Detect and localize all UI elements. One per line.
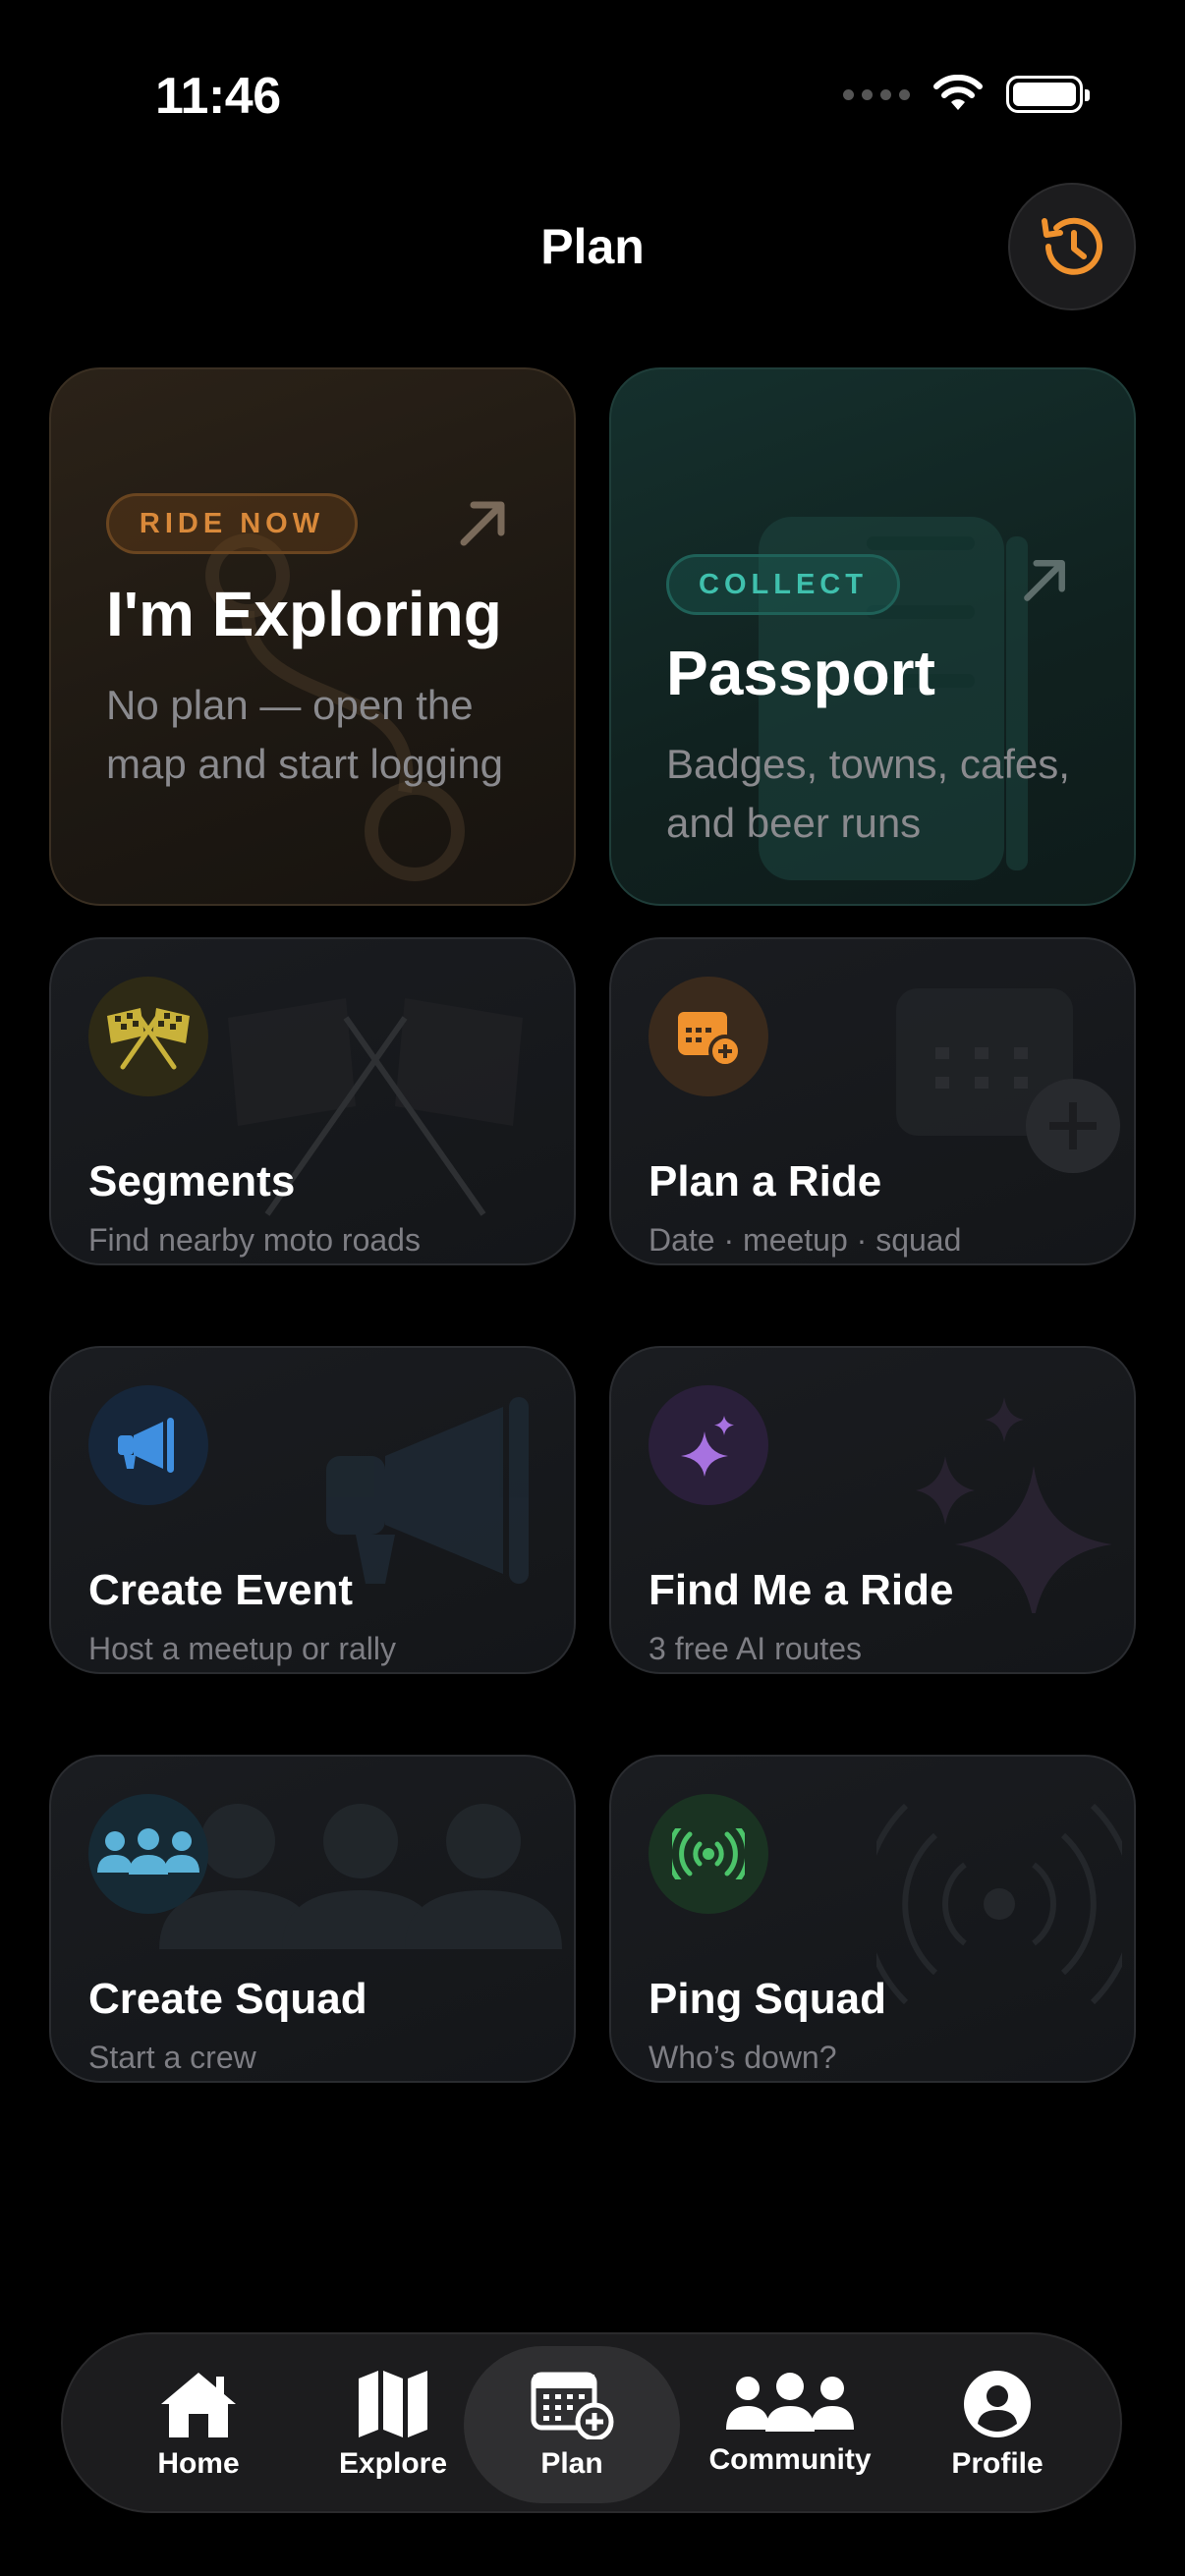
find-me-a-ride-card[interactable]: Find Me a Ride 3 free AI routes	[609, 1346, 1136, 1674]
ping-squad-card[interactable]: Ping Squad Who’s down?	[609, 1755, 1136, 2083]
cellular-signal-icon	[843, 88, 910, 100]
people-watermark-icon	[159, 1804, 562, 1949]
find-ride-icon-circle	[649, 1385, 768, 1505]
history-icon	[1042, 217, 1102, 275]
card-title: Create Squad	[88, 1975, 367, 2023]
people-icon	[726, 2373, 854, 2432]
card-title: Segments	[88, 1157, 296, 1205]
status-indicators	[843, 75, 1090, 114]
tab-label: Plan	[540, 2447, 603, 2480]
megaphone-watermark-icon	[326, 1397, 529, 1584]
wifi-icon	[933, 75, 983, 110]
card-title: Passport	[666, 638, 935, 708]
create-squad-card[interactable]: Create Squad Start a crew	[49, 1755, 576, 2083]
tab-explore[interactable]: Explore	[305, 2334, 481, 2515]
card-subtitle: 3 free AI routes	[649, 1631, 863, 1666]
tab-home[interactable]: Home	[110, 2334, 287, 2515]
ride-now-badge: RIDE NOW	[106, 493, 358, 554]
sparkles-icon	[681, 1416, 734, 1477]
create-squad-icon-circle	[88, 1794, 208, 1914]
plan-ride-icon-circle	[649, 977, 768, 1096]
card-subtitle: Who’s down?	[649, 2040, 837, 2075]
calendar-plus-watermark-icon	[896, 988, 1120, 1173]
broadcast-watermark-icon	[876, 1803, 1122, 2005]
tab-community[interactable]: Community	[692, 2334, 888, 2515]
tab-label: Community	[708, 2443, 872, 2476]
card-subtitle: No plan — open the map and start logging	[106, 682, 503, 787]
collect-badge: COLLECT	[666, 554, 900, 615]
segments-card[interactable]: Segments Find nearby moto roads	[49, 937, 576, 1265]
ping-squad-icon-circle	[649, 1794, 768, 1914]
person-circle-icon	[964, 2371, 1031, 2437]
arrow-up-right-icon	[460, 501, 505, 546]
card-subtitle: Host a meetup or rally	[88, 1631, 397, 1666]
card-subtitle: Find nearby moto roads	[88, 1222, 421, 1258]
card-title: Plan a Ride	[649, 1157, 882, 1205]
create-event-icon-circle	[88, 1385, 208, 1505]
calendar-plus-icon	[531, 2372, 614, 2439]
tab-label: Home	[157, 2447, 240, 2480]
card-title: Find Me a Ride	[649, 1566, 954, 1614]
tab-label: Explore	[338, 2447, 448, 2480]
card-subtitle: Badges, towns, cafes, and beer runs	[666, 741, 1070, 846]
house-icon	[161, 2373, 236, 2437]
segments-icon-circle	[88, 977, 208, 1096]
plan-a-ride-card[interactable]: Plan a Ride Date · meetup · squad	[609, 937, 1136, 1265]
card-title: Create Event	[88, 1566, 354, 1614]
arrow-up-right-icon	[1024, 560, 1065, 601]
map-icon	[359, 2371, 427, 2437]
status-time: 11:46	[155, 68, 281, 125]
battery-icon	[1006, 76, 1090, 113]
history-button[interactable]	[1008, 183, 1136, 310]
tab-bar: Home Explore Plan Community Profile	[61, 2332, 1122, 2513]
im-exploring-card[interactable]: RIDE NOW I'm Exploring No plan — open th…	[49, 367, 576, 906]
tab-profile[interactable]: Profile	[914, 2334, 1081, 2515]
card-subtitle: Date · meetup · squad	[649, 1222, 962, 1258]
card-title: I'm Exploring	[106, 579, 502, 649]
tab-plan[interactable]: Plan	[464, 2346, 680, 2503]
passport-card[interactable]: COLLECT Passport Badges, towns, cafes, a…	[609, 367, 1136, 906]
checkered-flags-icon	[107, 1008, 190, 1070]
card-subtitle: Start a crew	[88, 2040, 256, 2075]
create-event-card[interactable]: Create Event Host a meetup or rally	[49, 1346, 576, 1674]
tab-label: Profile	[951, 2447, 1044, 2480]
broadcast-icon	[672, 1828, 745, 1879]
card-title: Ping Squad	[649, 1975, 886, 2023]
people-icon	[97, 1828, 199, 1875]
calendar-plus-icon	[678, 1012, 742, 1068]
megaphone-icon	[118, 1418, 174, 1473]
